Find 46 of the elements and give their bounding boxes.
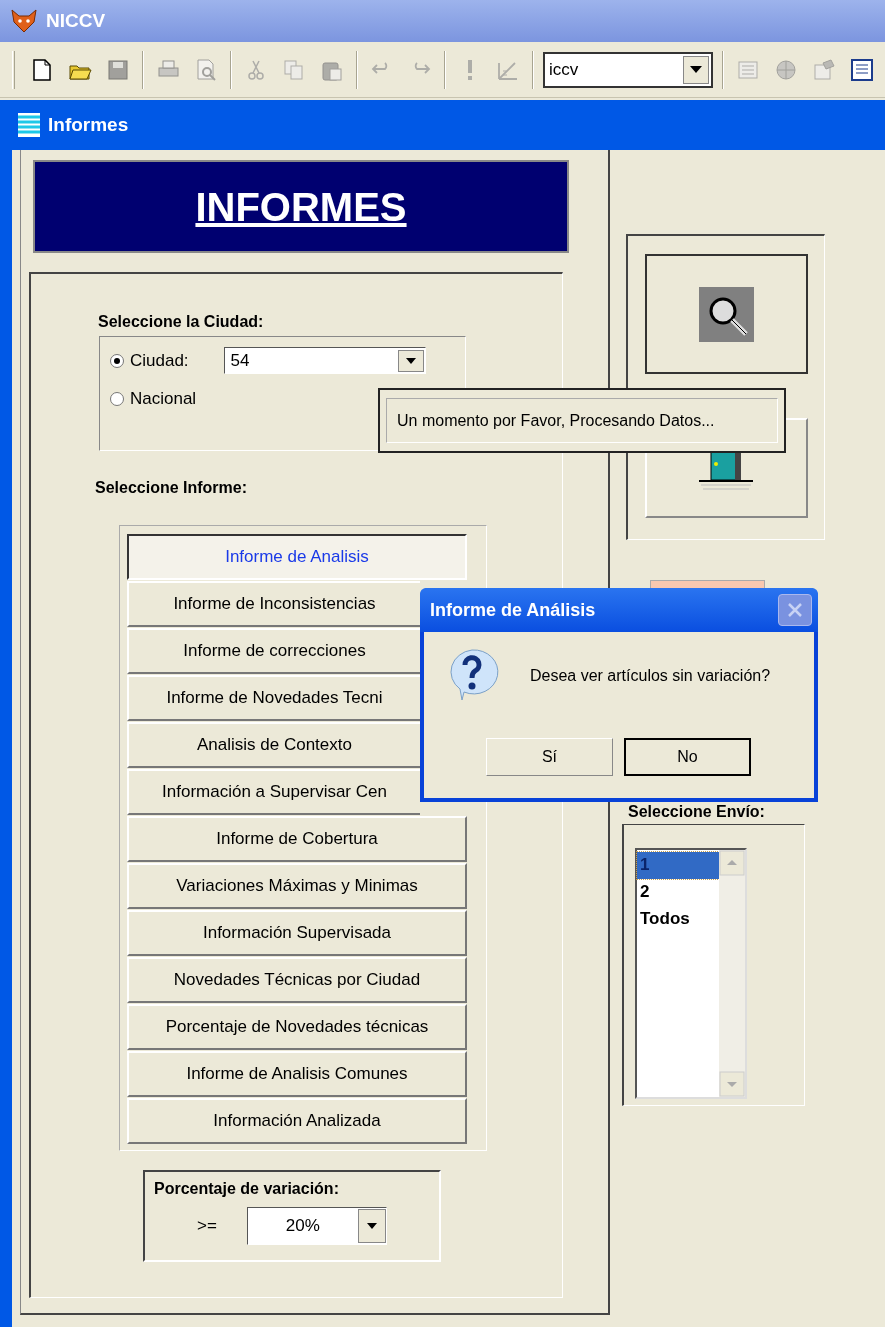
dialog-title: Informe de Análisis (430, 598, 596, 622)
fox-logo-icon (10, 8, 38, 34)
radio-option[interactable]: Nacional (110, 386, 197, 412)
report-button[interactable]: Porcentaje de Novedades técnicas (127, 1004, 467, 1050)
child-window-title: Informes (48, 112, 129, 137)
group-label: Porcentaje de variación: (154, 1179, 340, 1199)
group-label: Seleccione Informe: (95, 478, 248, 498)
report-button[interactable]: Informe de Analisis (127, 534, 467, 580)
report-button[interactable]: Informe de Cobertura (127, 816, 467, 862)
dialog-button[interactable]: Sí (486, 738, 613, 776)
app-title: NICCV (46, 8, 106, 33)
envio-listbox[interactable]: 1 2 Todos (635, 848, 747, 1099)
report-button[interactable]: Novedades Técnicas por Ciudad (127, 957, 467, 1003)
report-button[interactable]: Informe de Analisis Comunes (127, 1051, 467, 1097)
scroll-down-icon[interactable] (719, 1071, 745, 1097)
report-button[interactable]: Informe de Novedades Tecni (127, 675, 420, 721)
report-button[interactable]: Informe de Inconsistencias (127, 581, 420, 627)
list-item[interactable]: 2 (637, 879, 719, 906)
dropdown-arrow-icon (690, 66, 702, 73)
report-button[interactable]: Informe de correcciones (127, 628, 420, 674)
operator-label: >= (197, 1215, 217, 1238)
report-button[interactable]: Variaciones Máximas y Minimas (127, 863, 467, 909)
dropdown-arrow-icon (405, 357, 416, 364)
search-button[interactable] (644, 254, 808, 374)
header-title: INFORMES (195, 183, 407, 231)
group-label: Seleccione Envío: (628, 802, 766, 822)
close-button[interactable] (778, 594, 812, 626)
group-label: Seleccione la Ciudad: (98, 312, 264, 332)
scroll-up-icon[interactable] (719, 850, 745, 876)
report-button[interactable]: Analisis de Contexto (127, 722, 420, 768)
dropdown-arrow-icon (366, 1223, 377, 1229)
list-icon (18, 113, 40, 137)
magnifier-icon (698, 286, 754, 342)
processing-popup: Un momento por Favor, Procesando Datos... (378, 388, 786, 453)
list-item[interactable]: Todos (637, 906, 719, 933)
percentage-combo[interactable]: 20% (246, 1207, 387, 1245)
radio-option[interactable]: Ciudad: (110, 347, 189, 374)
close-icon (787, 602, 803, 618)
report-button[interactable]: Información Supervisada (127, 910, 467, 956)
database-combo[interactable]: iccv (543, 51, 713, 88)
report-button[interactable]: Información Analizada (127, 1098, 467, 1144)
dialog-message: Desea ver artículos sin variación? (530, 666, 771, 686)
city-combo[interactable]: 54 (223, 347, 426, 374)
report-button[interactable]: Información a Supervisar Cen (127, 769, 420, 815)
window-icon[interactable] (849, 56, 875, 83)
dialog-button[interactable]: No (624, 738, 751, 776)
